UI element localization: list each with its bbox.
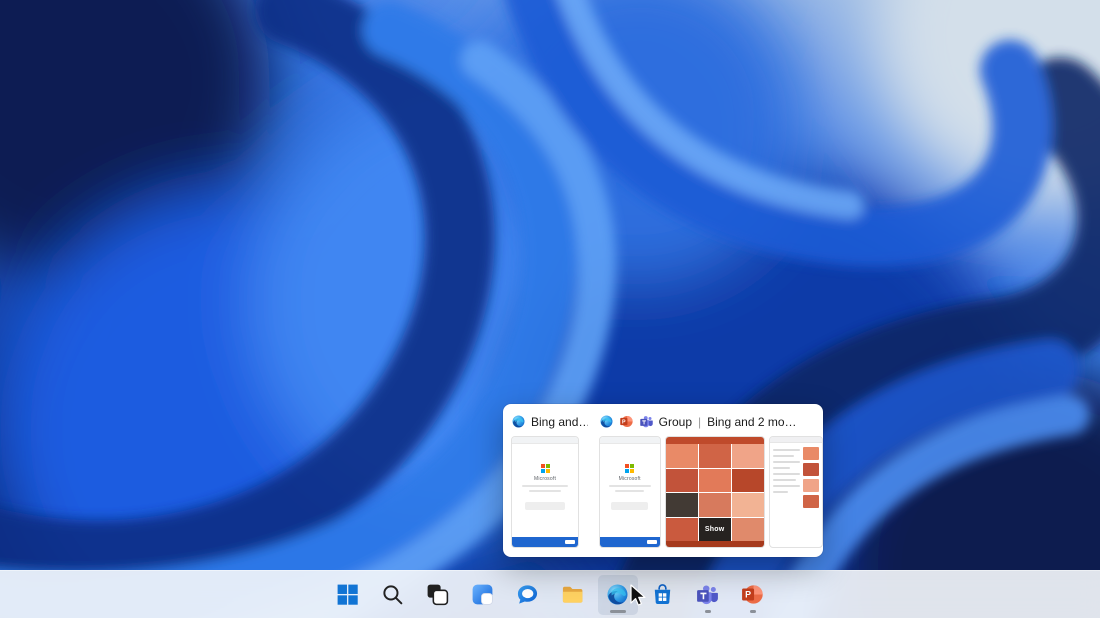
slide-photo-tile [666,493,698,517]
thumb-cookie-banner [512,537,578,547]
desktop: Bing and… Microsoft [0,0,1100,618]
powerpoint-icon: P [740,582,765,607]
edge-icon [605,582,630,607]
slide-show-tile: Show [699,518,731,542]
preview-group-label: Group [659,415,692,429]
thumb-browser-toolbar [512,437,578,444]
slide-photo-tile [732,469,764,493]
slide-photo-tile [699,493,731,517]
preview-group-separator: | [697,415,702,429]
svg-text:P: P [622,419,626,425]
search-icon [380,582,405,607]
taskbar-button-task-view[interactable] [418,575,458,615]
taskbar-button-edge[interactable] [598,575,638,615]
preview-group-title: Bing and 2 mo… [707,415,796,429]
thumb-cookie-banner [600,537,660,547]
taskbar-preview-flyout: Bing and… Microsoft [503,404,823,557]
slide-photo-tile [699,444,731,468]
chat-icon [515,582,540,607]
folder-icon [560,582,585,607]
edge-icon [599,414,614,429]
taskbar-button-teams[interactable] [688,575,728,615]
slide-photo-tile [666,469,698,493]
thumb-browser-content: Microsoft [600,464,660,510]
thumb-brand-text: Microsoft [619,476,641,482]
thumb-text-lines [773,447,800,508]
taskbar-button-widgets[interactable] [463,575,503,615]
taskbar-button-start[interactable] [328,575,368,615]
slide-photo-tile [666,518,698,542]
thumb-browser-content: Microsoft [512,464,578,510]
teams-icon [639,414,654,429]
preview-single: Bing and… Microsoft [511,412,588,549]
slide-photo-tile [732,444,764,468]
slide-photo-tile [699,469,731,493]
microsoft-logo-icon [541,464,550,473]
preview-thumbnail-edge-window[interactable]: Microsoft [511,436,579,548]
thumb-search-box [611,502,648,510]
thumb-ppt-statusbar [666,541,764,547]
store-icon [650,582,675,607]
thumb-browser-toolbar [600,437,660,444]
teams-icon [695,582,720,607]
taskbar-button-powerpoint[interactable]: P [733,575,773,615]
preview-single-header: Bing and… [511,412,588,431]
windows-start-icon [335,582,360,607]
taskbar-button-search[interactable] [373,575,413,615]
preview-single-title: Bing and… [531,415,588,429]
preview-group-header: P Group | Bing and 2 mo… [599,412,815,431]
taskbar: P [0,570,1100,618]
slide-photo-tile [732,493,764,517]
thumb-brand-text: Microsoft [534,476,556,482]
svg-text:P: P [745,590,751,600]
preview-group-thumbnails: Microsoft [599,436,815,549]
edge-icon [511,414,526,429]
taskbar-button-file-explorer[interactable] [553,575,593,615]
thumb-ppt-titlebar [666,437,764,444]
preview-thumbnail-group-teams[interactable] [769,436,823,548]
thumb-ppt-photo-grid: Show [666,444,764,541]
widgets-icon [470,582,495,607]
task-view-icon [425,582,450,607]
slide-photo-tile [732,518,764,542]
preview-group: P Group | Bing and 2 mo… Microsoft [599,412,815,549]
thumb-image-column [803,447,819,508]
preview-thumbnail-group-edge[interactable]: Microsoft [599,436,661,548]
microsoft-logo-icon [625,464,634,473]
thumb-search-box [525,502,566,510]
slide-photo-tile [666,444,698,468]
taskbar-button-chat[interactable] [508,575,548,615]
taskbar-button-store[interactable] [643,575,683,615]
preview-thumbnail-group-powerpoint[interactable]: Show [665,436,765,548]
powerpoint-icon: P [619,414,634,429]
thumb-teams-content [770,443,822,512]
